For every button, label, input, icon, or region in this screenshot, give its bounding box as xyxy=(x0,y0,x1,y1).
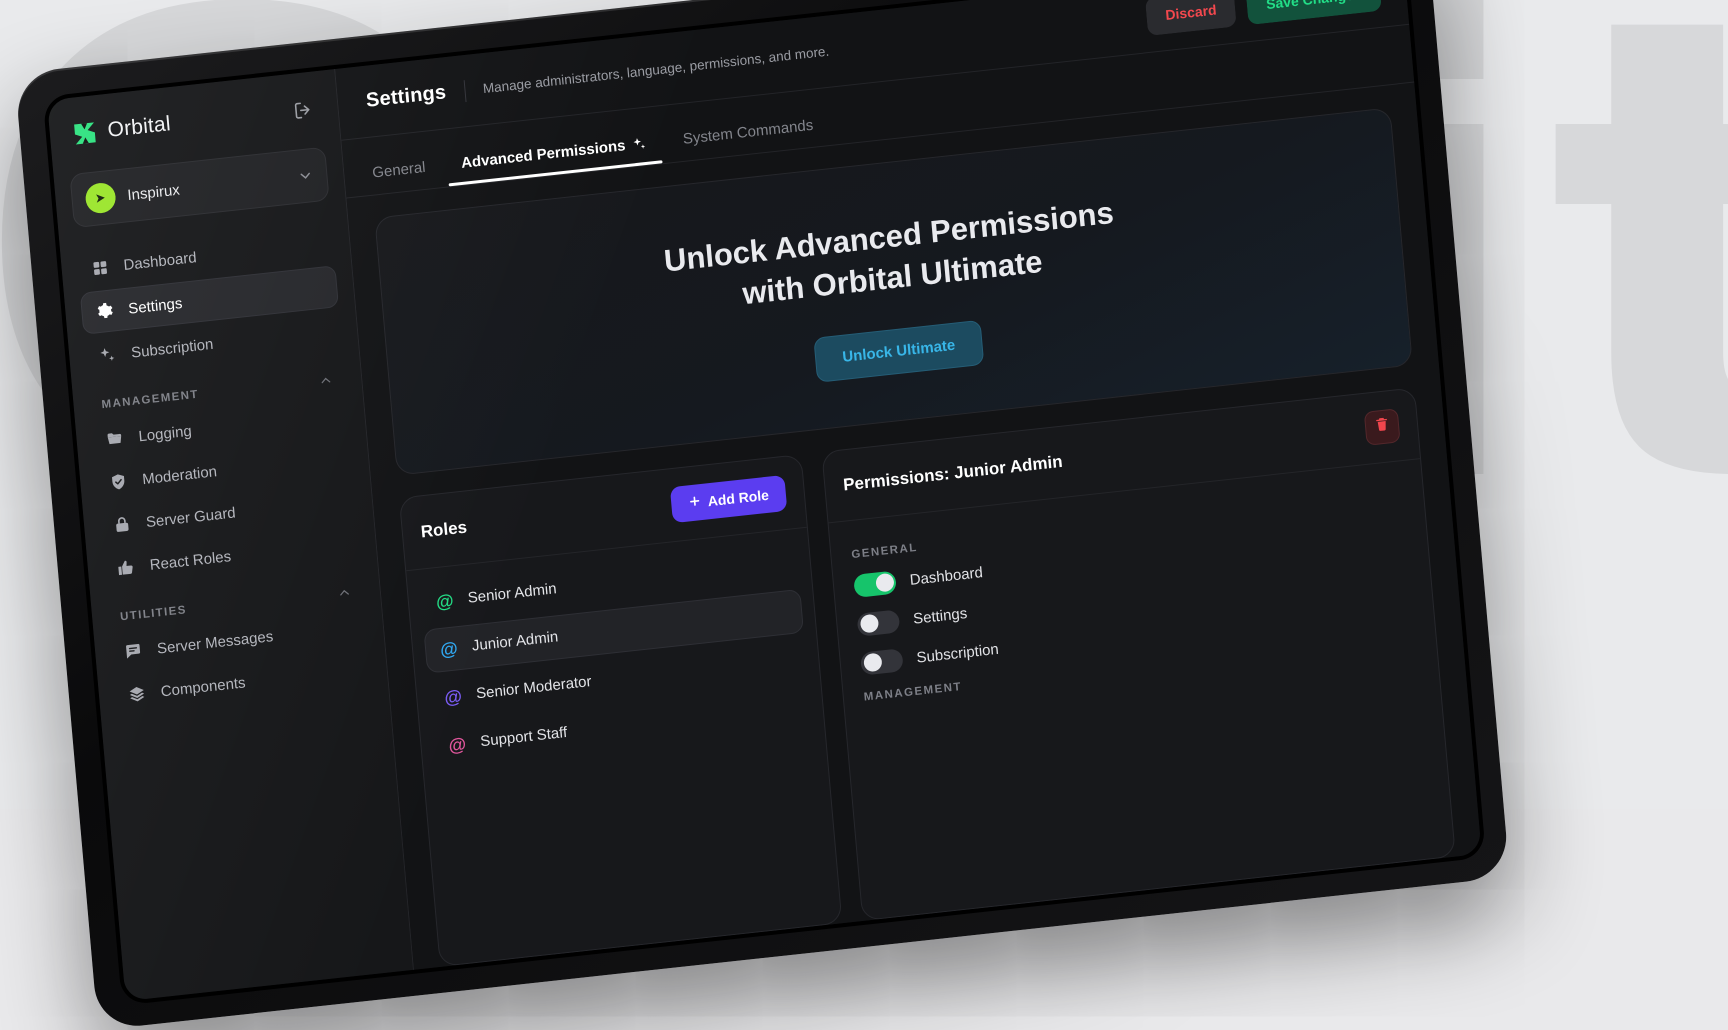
app-screen: Orbital Inspirux xyxy=(47,0,1482,1001)
toggle-knob xyxy=(875,573,894,593)
lock-icon xyxy=(111,514,133,536)
tab-label: General xyxy=(372,159,427,182)
permissions-panel: Permissions: Junior Admin GENERAL xyxy=(821,387,1456,921)
sidebar-brand-row: Orbital xyxy=(65,93,323,149)
role-name: Senior Admin xyxy=(467,580,557,607)
sidebar-item-label: Logging xyxy=(138,422,193,445)
at-icon: @ xyxy=(439,639,460,659)
layers-icon xyxy=(126,683,148,705)
thumbs-up-icon xyxy=(115,556,137,578)
perm-label: Dashboard xyxy=(909,564,983,589)
at-icon: @ xyxy=(448,734,469,754)
sidebar-item-label: Components xyxy=(160,674,246,700)
chevron-up-icon xyxy=(336,584,352,601)
content-area: Unlock Advanced Permissions with Orbital… xyxy=(347,83,1482,970)
sidebar-item-label: Settings xyxy=(128,294,183,317)
folder-icon xyxy=(104,428,126,450)
page-subtitle: Manage administrators, language, permiss… xyxy=(482,44,829,97)
sparkles-icon xyxy=(97,344,119,366)
plus-icon xyxy=(687,494,701,511)
toggle-knob xyxy=(863,653,882,673)
brand: Orbital xyxy=(71,111,172,148)
add-role-label: Add Role xyxy=(707,487,769,510)
permissions-panel-title: Permissions: Junior Admin xyxy=(842,452,1063,496)
toggle-settings[interactable] xyxy=(857,609,901,636)
tab-label: System Commands xyxy=(682,117,814,148)
shield-check-icon xyxy=(108,471,130,493)
role-name: Junior Admin xyxy=(471,629,559,655)
laptop-device-frame: Orbital Inspirux xyxy=(14,0,1509,1030)
at-icon: @ xyxy=(444,687,465,707)
role-name: Support Staff xyxy=(480,724,568,750)
sidebar-group-label: UTILITIES xyxy=(120,604,188,623)
sidebar-group-label: MANAGEMENT xyxy=(101,388,199,411)
save-changes-button[interactable]: Save Changes xyxy=(1246,0,1382,25)
roles-panel-title: Roles xyxy=(420,517,468,542)
sidebar-item-label: Server Guard xyxy=(145,504,236,531)
delete-role-button[interactable] xyxy=(1364,408,1401,446)
perm-label: Subscription xyxy=(916,641,1000,667)
trash-icon xyxy=(1373,416,1391,439)
role-list: @ Senior Admin @ Junior Admin @ Senior M… xyxy=(406,528,825,783)
orbital-logo-icon xyxy=(71,119,99,148)
unlock-ultimate-button[interactable]: Unlock Ultimate xyxy=(814,320,984,383)
tab-label: Advanced Permissions xyxy=(461,137,627,172)
sidebar-item-label: React Roles xyxy=(149,548,232,574)
roles-panel: Roles Add Role @ Senior Admi xyxy=(399,454,843,967)
perm-label: Settings xyxy=(912,605,967,628)
toggle-knob xyxy=(859,614,878,634)
promo-title: Unlock Advanced Permissions with Orbital… xyxy=(569,183,1212,334)
server-name: Inspirux xyxy=(127,170,287,204)
chevron-up-icon xyxy=(318,372,334,389)
main-area: Settings Manage administrators, language… xyxy=(335,0,1482,970)
brand-name: Orbital xyxy=(107,112,172,143)
page-title: Settings xyxy=(365,81,447,113)
chat-icon xyxy=(122,640,144,662)
sidebar-item-label: Dashboard xyxy=(123,249,197,274)
at-icon: @ xyxy=(435,591,456,611)
server-selector[interactable]: Inspirux xyxy=(69,147,329,229)
role-name: Senior Moderator xyxy=(475,673,592,702)
discard-button[interactable]: Discard xyxy=(1145,0,1237,36)
tab-general[interactable]: General xyxy=(372,159,428,195)
grid-icon xyxy=(89,257,111,279)
sparkles-icon xyxy=(632,136,648,153)
header-actions: Discard Save Changes xyxy=(1145,0,1382,36)
sidebar-item-label: Server Messages xyxy=(156,628,274,658)
gear-icon xyxy=(94,300,116,322)
chevron-down-icon xyxy=(297,167,314,185)
logout-icon[interactable] xyxy=(289,95,317,124)
header-divider xyxy=(463,80,466,102)
permissions-layout: Roles Add Role @ Senior Admi xyxy=(399,387,1456,967)
server-avatar xyxy=(84,182,116,215)
toggle-subscription[interactable] xyxy=(860,648,904,675)
toggle-dashboard[interactable] xyxy=(853,570,897,597)
add-role-button[interactable]: Add Role xyxy=(669,475,787,523)
sidebar-item-label: Moderation xyxy=(142,463,218,488)
sidebar-item-label: Subscription xyxy=(130,335,214,361)
screen-bezel: Orbital Inspirux xyxy=(43,0,1486,1006)
